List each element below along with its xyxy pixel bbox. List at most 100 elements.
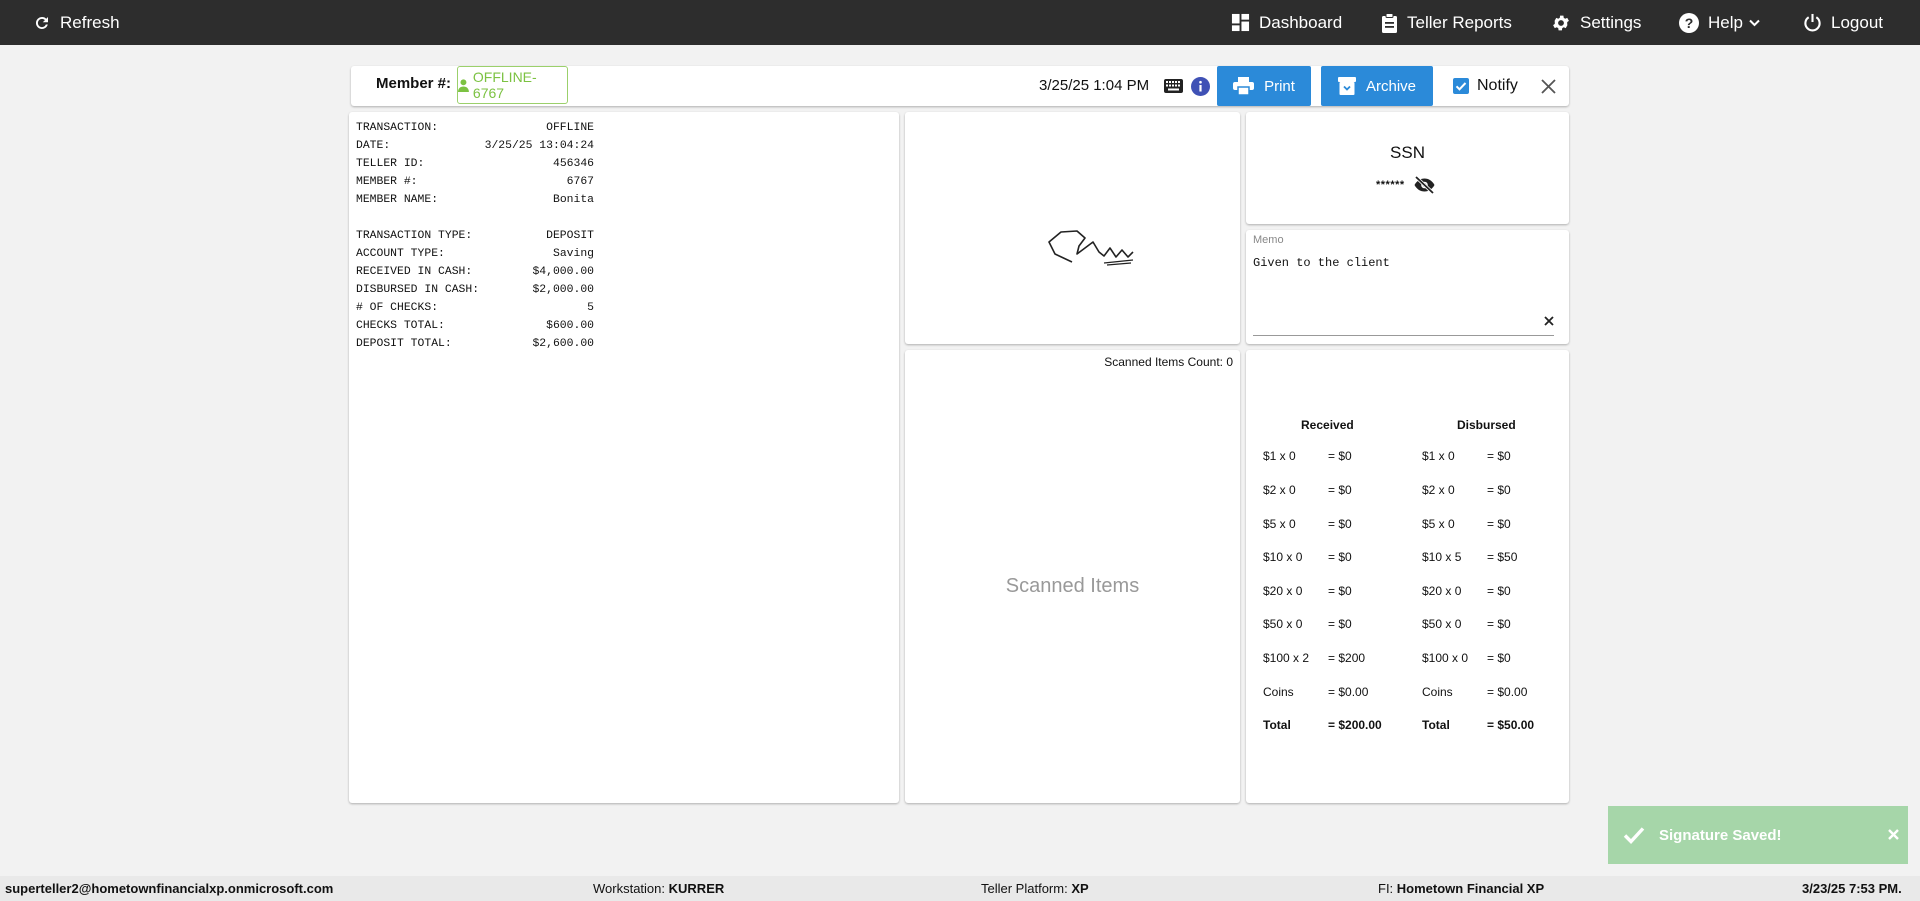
memo-field[interactable]: Given to the client xyxy=(1253,250,1554,336)
received-amount: = $200 xyxy=(1328,651,1366,665)
chevron-down-icon xyxy=(1749,19,1760,26)
clear-icon[interactable] xyxy=(1544,316,1554,326)
help-label: Help xyxy=(1708,12,1743,32)
disbursed-amount: = $0 xyxy=(1487,584,1511,598)
toast-message: Signature Saved! xyxy=(1659,826,1782,844)
close-icon[interactable] xyxy=(1888,829,1899,840)
checkmark-icon xyxy=(1623,827,1645,844)
footer-workstation: Workstation: KURRER xyxy=(593,881,725,896)
received-amount: = $0 xyxy=(1328,617,1352,631)
received-denomination: $5 x 0 xyxy=(1263,517,1296,531)
info-icon[interactable] xyxy=(1191,77,1210,96)
signature-pad[interactable] xyxy=(905,112,1240,344)
received-amount: = $0 xyxy=(1328,483,1352,497)
clipboard-icon xyxy=(1382,12,1397,33)
receipt-line: DISBURSED IN CASH: $2,000.00 xyxy=(356,284,594,296)
refresh-button[interactable]: Refresh xyxy=(33,0,120,45)
memo-panel: Memo Given to the client xyxy=(1246,230,1569,344)
cash-breakdown-panel: Received Disbursed $1 x 0 = $0 $1 x 0 = … xyxy=(1246,350,1569,803)
help-nav[interactable]: ? Help xyxy=(1679,0,1760,45)
checkbox-checked-icon xyxy=(1453,78,1469,94)
disbursed-total-label: Total xyxy=(1422,718,1450,732)
help-icon: ? xyxy=(1679,12,1699,33)
dashboard-icon xyxy=(1231,13,1250,32)
received-total-value: = $200.00 xyxy=(1328,718,1382,732)
received-amount: = $0.00 xyxy=(1328,685,1369,699)
ssn-panel: SSN ****** xyxy=(1246,112,1569,224)
received-denomination: $10 x 0 xyxy=(1263,550,1303,564)
received-denomination: $50 x 0 xyxy=(1263,617,1303,631)
received-total-label: Total xyxy=(1263,718,1291,732)
disbursed-total-value: = $50.00 xyxy=(1487,718,1535,732)
footer-fi: FI: Hometown Financial XP xyxy=(1378,881,1545,896)
user-icon xyxy=(458,78,469,92)
archive-icon xyxy=(1337,77,1356,95)
member-label: Member #: xyxy=(376,75,452,92)
print-label: Print xyxy=(1264,77,1295,95)
settings-nav[interactable]: Settings xyxy=(1551,0,1641,45)
scanned-items-panel: Scanned Items Count: 0 Scanned Items xyxy=(905,350,1240,803)
receipt-line: MEMBER NAME: Bonita xyxy=(356,194,594,206)
disbursed-amount: = $0 xyxy=(1487,449,1511,463)
disbursed-amount: = $50 xyxy=(1487,550,1518,564)
keyboard-icon[interactable] xyxy=(1164,79,1183,93)
receipt-line: TRANSACTION: OFFLINE xyxy=(356,122,594,134)
received-denomination: $100 x 2 xyxy=(1263,651,1310,665)
signature-saved-toast: Signature Saved! xyxy=(1608,806,1908,864)
footer-datetime: 3/23/25 7:53 PM. xyxy=(1802,881,1902,896)
disbursed-denomination: $100 x 0 xyxy=(1422,651,1469,665)
member-field[interactable]: OFFLINE-6767 xyxy=(457,66,568,104)
close-icon[interactable] xyxy=(1541,79,1556,94)
disbursed-amount: = $0 xyxy=(1487,517,1511,531)
disbursed-denomination: $2 x 0 xyxy=(1422,483,1455,497)
transaction-datetime: 3/25/25 1:04 PM xyxy=(1039,77,1150,94)
notify-checkbox[interactable]: Notify xyxy=(1453,77,1518,95)
power-icon xyxy=(1804,13,1821,32)
scanned-items-placeholder: Scanned Items xyxy=(1005,575,1140,597)
teller-reports-nav[interactable]: Teller Reports xyxy=(1381,0,1512,45)
logout-label: Logout xyxy=(1831,12,1883,32)
disbursed-denomination: $20 x 0 xyxy=(1422,584,1462,598)
received-header: Received xyxy=(1301,418,1354,432)
ssn-masked-value: ****** xyxy=(1376,179,1405,191)
receipt-line: TRANSACTION TYPE: DEPOSIT xyxy=(356,230,594,242)
received-amount: = $0 xyxy=(1328,584,1352,598)
ssn-value-row: ****** xyxy=(1376,176,1436,194)
disbursed-amount: = $0.00 xyxy=(1487,685,1528,699)
eye-slash-icon[interactable] xyxy=(1413,176,1436,194)
scanned-items-count: Scanned Items Count: 0 xyxy=(1104,355,1233,369)
refresh-label: Refresh xyxy=(60,12,120,32)
logout-nav[interactable]: Logout xyxy=(1803,0,1883,45)
print-button[interactable]: Print xyxy=(1217,66,1311,106)
receipt-line: DATE: 3/25/25 13:04:24 xyxy=(356,140,594,152)
status-footer: superteller2@hometownfinancialxp.onmicro… xyxy=(0,876,1920,901)
signature-image xyxy=(1048,230,1134,266)
footer-user: superteller2@hometownfinancialxp.onmicro… xyxy=(5,881,334,896)
receipt-line: DEPOSIT TOTAL: $2,600.00 xyxy=(356,338,594,350)
received-amount: = $0 xyxy=(1328,517,1352,531)
transaction-header: Member #: OFFLINE-6767 3/25/25 1:04 PM P… xyxy=(351,66,1569,106)
notify-label: Notify xyxy=(1477,77,1518,94)
top-nav-bar: Refresh Dashboard Teller Reports Setting… xyxy=(0,0,1920,45)
receipt-line: # OF CHECKS: 5 xyxy=(356,302,594,314)
disbursed-denomination: $10 x 5 xyxy=(1422,550,1462,564)
received-denomination: $1 x 0 xyxy=(1263,449,1296,463)
printer-icon xyxy=(1233,77,1255,95)
receipt-line: RECEIVED IN CASH: $4,000.00 xyxy=(356,266,594,278)
dashboard-label: Dashboard xyxy=(1259,12,1343,32)
member-value: OFFLINE-6767 xyxy=(472,69,537,101)
dashboard-nav[interactable]: Dashboard xyxy=(1231,0,1342,45)
archive-button[interactable]: Archive xyxy=(1321,66,1433,106)
received-amount: = $0 xyxy=(1328,449,1352,463)
receipt-line: TELLER ID: 456346 xyxy=(356,158,594,170)
disbursed-amount: = $0 xyxy=(1487,651,1511,665)
archive-label: Archive xyxy=(1365,77,1417,95)
disbursed-denomination: Coins xyxy=(1422,685,1453,699)
received-denomination: Coins xyxy=(1263,685,1294,699)
received-amount: = $0 xyxy=(1328,550,1352,564)
receipt-line: MEMBER #: 6767 xyxy=(356,176,594,188)
received-denomination: $20 x 0 xyxy=(1263,584,1303,598)
disbursed-header: Disbursed xyxy=(1457,418,1516,432)
receipt-line: ACCOUNT TYPE: Saving xyxy=(356,248,594,260)
teller-reports-label: Teller Reports xyxy=(1407,12,1512,32)
